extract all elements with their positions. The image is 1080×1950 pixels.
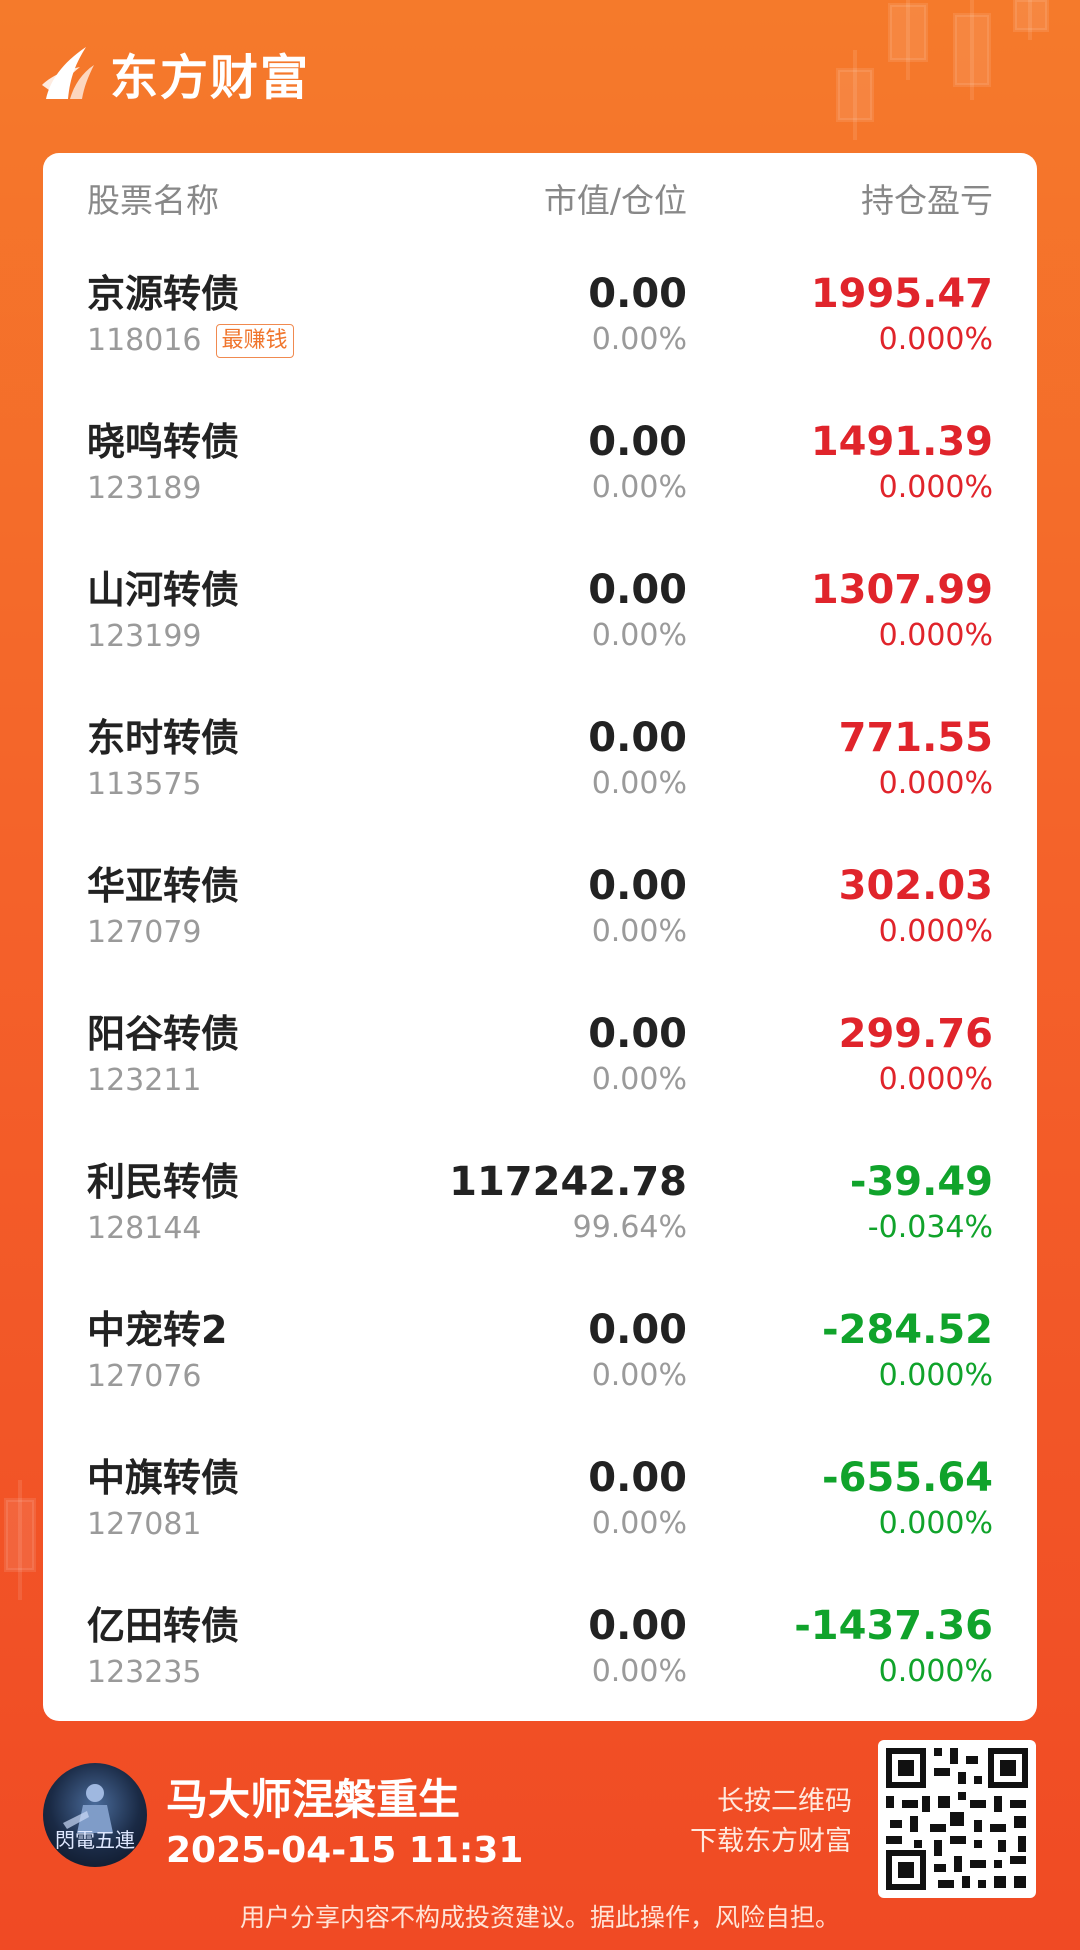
bond-name: 东时转债	[87, 716, 240, 760]
qr-hint-line2: 下载东方财富	[690, 1826, 852, 1857]
table-row[interactable]: 京源转债 118016 最赚钱 0.00 0.00% 1995.47 0.000…	[87, 258, 993, 406]
table-row[interactable]: 利民转债 128144 117242.78 99.64% -39.49 -0.0…	[87, 1146, 993, 1294]
position-percent: 99.64%	[572, 1210, 687, 1245]
bond-name: 利民转债	[87, 1160, 240, 1204]
position-percent: 0.00%	[591, 1506, 687, 1541]
bond-name: 中旗转债	[87, 1456, 240, 1500]
holding-pl-percent: 0.000%	[878, 618, 993, 653]
bond-name: 亿田转债	[87, 1604, 240, 1648]
bond-name: 山河转债	[87, 568, 240, 612]
column-header-pl[interactable]: 持仓盈亏	[687, 174, 993, 222]
bond-name: 阳谷转债	[87, 1012, 240, 1056]
brand-name: 东方财富	[110, 50, 311, 106]
market-value: 117242.78	[449, 1159, 687, 1205]
share-footer: 閃電五連 马大师涅槃重生 2025-04-15 11:31 长按二维码 下载东方…	[0, 1730, 1080, 1950]
avatar-caption: 閃電五連	[55, 1828, 135, 1852]
holding-pl-percent: 0.000%	[878, 470, 993, 505]
holding-pl: 302.03	[838, 863, 993, 909]
bond-code: 123189	[87, 471, 202, 506]
column-header-name[interactable]: 股票名称	[87, 174, 387, 222]
holding-pl: 1307.99	[810, 567, 993, 613]
app-header: 东方财富	[40, 38, 310, 108]
position-percent: 0.00%	[591, 322, 687, 357]
bond-name: 晓鸣转债	[87, 420, 240, 464]
holding-pl-percent: 0.000%	[878, 1062, 993, 1097]
bond-code: 123199	[87, 619, 202, 654]
holding-pl-percent: 0.000%	[878, 1358, 993, 1393]
holding-pl-percent: -0.034%	[867, 1210, 993, 1245]
market-value: 0.00	[588, 1307, 687, 1353]
market-value: 0.00	[588, 1011, 687, 1057]
holding-pl: 771.55	[838, 715, 993, 761]
holding-pl-percent: 0.000%	[878, 914, 993, 949]
avatar[interactable]: 閃電五連	[43, 1763, 147, 1867]
bond-code: 123211	[87, 1063, 202, 1098]
holding-pl: -39.49	[849, 1159, 993, 1205]
qr-code-icon[interactable]	[878, 1740, 1036, 1898]
eastmoney-logo-icon	[42, 47, 94, 99]
bond-name: 中宠转2	[87, 1308, 228, 1352]
holding-pl-percent: 0.000%	[878, 766, 993, 801]
table-row[interactable]: 华亚转债 127079 0.00 0.00% 302.03 0.000%	[87, 850, 993, 998]
holding-pl-percent: 0.000%	[878, 322, 993, 357]
table-row[interactable]: 中旗转债 127081 0.00 0.00% -655.64 0.000%	[87, 1442, 993, 1590]
table-row[interactable]: 晓鸣转债 123189 0.00 0.00% 1491.39 0.000%	[87, 406, 993, 554]
disclaimer: 用户分享内容不构成投资建议。据此操作，风险自担。	[239, 1903, 840, 1932]
holding-pl: 1491.39	[810, 419, 993, 465]
bond-code: 128144	[87, 1211, 202, 1246]
holding-pl: -284.52	[822, 1307, 993, 1353]
position-percent: 0.00%	[591, 618, 687, 653]
bond-name: 华亚转债	[87, 864, 240, 908]
share-timestamp: 2025-04-15 11:31	[166, 1830, 524, 1871]
position-percent: 0.00%	[591, 1062, 687, 1097]
bond-code: 118016	[87, 323, 202, 358]
bond-code: 127081	[87, 1507, 202, 1542]
qr-hint: 长按二维码 下载东方财富	[690, 1782, 852, 1862]
position-percent: 0.00%	[591, 1654, 687, 1689]
market-value: 0.00	[588, 419, 687, 465]
bond-name: 京源转债	[87, 272, 240, 316]
table-row[interactable]: 中宠转2 127076 0.00 0.00% -284.52 0.000%	[87, 1294, 993, 1442]
holdings-list: 京源转债 118016 最赚钱 0.00 0.00% 1995.47 0.000…	[87, 258, 993, 1738]
market-value: 0.00	[588, 1455, 687, 1501]
market-value: 0.00	[588, 863, 687, 909]
table-row[interactable]: 东时转债 113575 0.00 0.00% 771.55 0.000%	[87, 702, 993, 850]
bond-code: 127079	[87, 915, 202, 950]
qr-code-pattern	[886, 1748, 1028, 1890]
holding-pl: 1995.47	[810, 271, 993, 317]
table-header: 股票名称 市值/仓位 持仓盈亏	[87, 153, 993, 243]
column-header-value[interactable]: 市值/仓位	[387, 174, 687, 222]
user-name: 马大师涅槃重生	[166, 1775, 461, 1824]
position-percent: 0.00%	[591, 470, 687, 505]
bond-code: 113575	[87, 767, 202, 802]
bond-code: 127076	[87, 1359, 202, 1394]
holding-pl: -1437.36	[794, 1603, 993, 1649]
position-percent: 0.00%	[591, 1358, 687, 1393]
bond-code: 123235	[87, 1655, 202, 1690]
table-row[interactable]: 阳谷转债 123211 0.00 0.00% 299.76 0.000%	[87, 998, 993, 1146]
table-row[interactable]: 山河转债 123199 0.00 0.00% 1307.99 0.000%	[87, 554, 993, 702]
market-value: 0.00	[588, 1603, 687, 1649]
table-row[interactable]: 亿田转债 123235 0.00 0.00% -1437.36 0.000%	[87, 1590, 993, 1738]
position-percent: 0.00%	[591, 766, 687, 801]
holding-pl-percent: 0.000%	[878, 1506, 993, 1541]
position-percent: 0.00%	[591, 914, 687, 949]
holding-pl: -655.64	[822, 1455, 993, 1501]
holding-pl: 299.76	[838, 1011, 993, 1057]
market-value: 0.00	[588, 271, 687, 317]
market-value: 0.00	[588, 567, 687, 613]
qr-hint-line1: 长按二维码	[717, 1786, 852, 1817]
holding-pl-percent: 0.000%	[878, 1654, 993, 1689]
top-earner-badge: 最赚钱	[215, 324, 294, 358]
holdings-card: 股票名称 市值/仓位 持仓盈亏 京源转债 118016 最赚钱 0.00 0.0…	[43, 153, 1037, 1721]
market-value: 0.00	[588, 715, 687, 761]
